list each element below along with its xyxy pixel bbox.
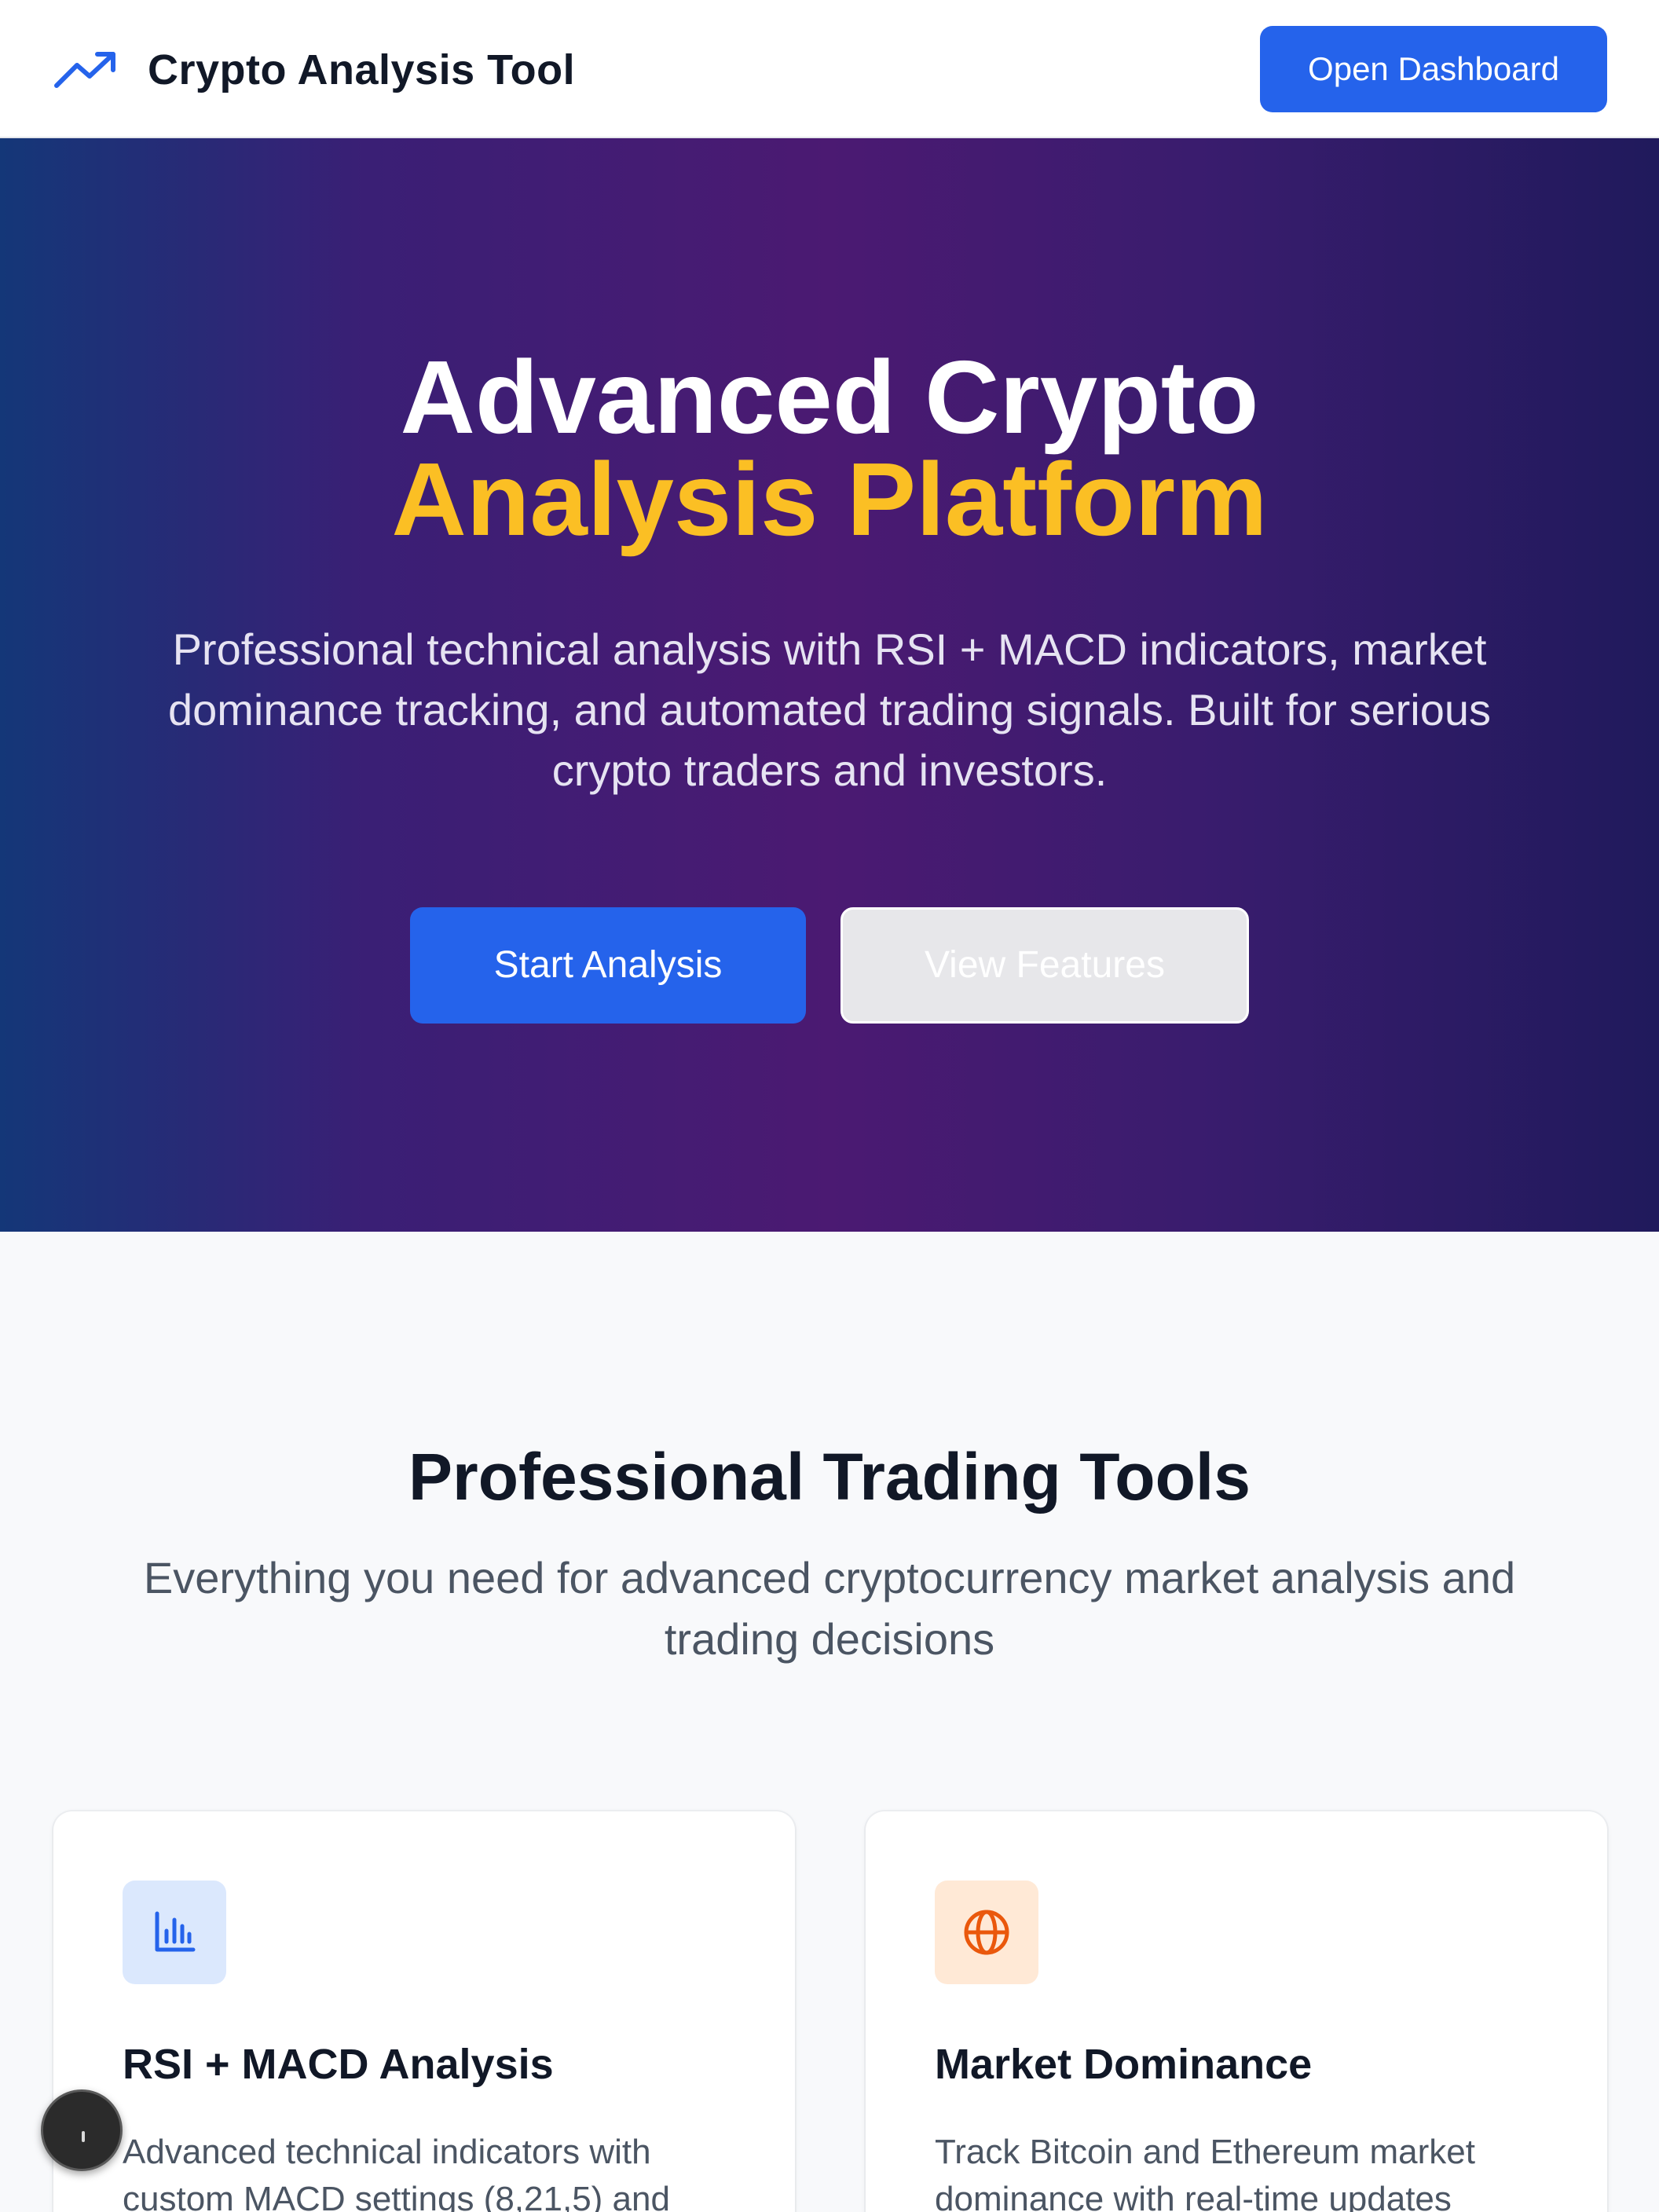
open-dashboard-button[interactable]: Open Dashboard [1260, 26, 1607, 112]
brand-title: Crypto Analysis Tool [148, 46, 576, 93]
top-navbar: Crypto Analysis Tool Open Dashboard [0, 0, 1659, 138]
tools-section-title: Professional Trading Tools [408, 1440, 1251, 1514]
tools-section-subtitle: Everything you need for advanced cryptoc… [143, 1553, 1516, 1664]
brand[interactable]: Crypto Analysis Tool [53, 42, 575, 97]
hero-title-line1: Advanced Crypto [400, 339, 1259, 455]
start-analysis-button[interactable]: Start Analysis [410, 907, 806, 1024]
indicator-mark [82, 2131, 85, 2142]
bar-chart-icon [155, 1911, 196, 1952]
trending-up-icon [54, 52, 115, 88]
card-title: Market Dominance [935, 2041, 1313, 2088]
card-description: Advanced technical indicators with custo… [123, 2133, 670, 2212]
card-icon-container [123, 1881, 226, 1984]
hero-description: Professional technical analysis with RSI… [167, 624, 1492, 795]
hero-title-line2: Analysis Platform [391, 441, 1268, 557]
globe-icon [964, 1910, 1009, 1955]
floating-action-button[interactable] [41, 2089, 123, 2171]
view-features-button[interactable]: View Features [840, 907, 1249, 1024]
card-icon-container [935, 1881, 1038, 1984]
landing-page: Crypto Analysis Tool Open Dashboard Adva… [0, 0, 1659, 2212]
card-description: Track Bitcoin and Ethereum market domina… [935, 2133, 1475, 2212]
feature-card-market-dominance[interactable]: Market Dominance Track Bitcoin and Ether… [866, 1811, 1607, 2212]
card-title: RSI + MACD Analysis [123, 2041, 554, 2088]
feature-card-rsi-macd[interactable]: RSI + MACD Analysis Advanced technical i… [53, 1811, 795, 2212]
hero-section: Advanced Crypto Analysis Platform Profes… [0, 138, 1659, 1232]
